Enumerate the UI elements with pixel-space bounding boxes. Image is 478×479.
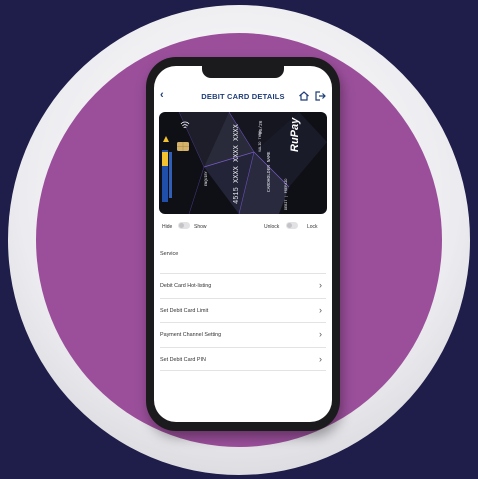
card-number: 4515 XXXX XXXX XXXX (233, 124, 241, 204)
hide-label: Hide (162, 224, 173, 230)
lock-toggle[interactable] (286, 222, 298, 229)
section-title: Service (160, 251, 179, 257)
unlock-label: Unlock (264, 224, 280, 230)
card-holder: CARDHOLDER NAME (267, 151, 272, 192)
chevron-right-icon: › (319, 329, 322, 339)
chevron-right-icon: › (319, 304, 322, 315)
chevron-right-icon: › (319, 353, 322, 364)
service-row-limit[interactable]: Set Debit Card Limit › (160, 297, 326, 323)
card-valid-label: VALID THRU (259, 130, 263, 152)
card-small-label: ENQUIRY (205, 171, 209, 186)
service-row-payment-channel[interactable]: Payment Channel Setting › (160, 322, 326, 347)
top-bar: ‹ DEBIT CARD DETAILS (154, 84, 332, 108)
card-valid: 05/26 (259, 120, 264, 134)
card-art (162, 112, 327, 214)
card-toggles: Hide Show Unlock Lock (154, 220, 332, 234)
service-label: Payment Channel Setting (160, 332, 222, 338)
service-label: Set Debit Card PIN (160, 356, 206, 363)
phone-notch (202, 66, 284, 78)
service-row-pin[interactable]: Set Debit Card PIN › (160, 346, 326, 371)
chevron-right-icon: › (319, 280, 322, 290)
service-label: Debit Card Hot-listing (160, 283, 212, 289)
logout-icon[interactable] (314, 90, 326, 102)
home-icon[interactable] (298, 90, 310, 102)
show-label: Show (194, 224, 207, 230)
card-brand: RuPay (289, 117, 301, 152)
service-label: Set Debit Card Limit (160, 307, 209, 314)
debit-card: 4515 XXXX XXXX XXXX CARDHOLDER NAME VALI… (159, 112, 327, 214)
phone-frame: ‹ DEBIT CARD DETAILS 4515 XXXX XXXX XXXX… (146, 57, 340, 431)
phone-screen: ‹ DEBIT CARD DETAILS 4515 XXXX XXXX XXXX… (154, 66, 332, 422)
service-row-hotlisting[interactable]: Debit Card Hot-listing › (160, 273, 326, 298)
hide-show-toggle[interactable] (178, 222, 190, 229)
card-type-label: DEBIT | PREPAID (285, 178, 289, 210)
service-list: Debit Card Hot-listing › Set Debit Card … (160, 273, 326, 371)
lock-label: Lock (307, 224, 318, 230)
